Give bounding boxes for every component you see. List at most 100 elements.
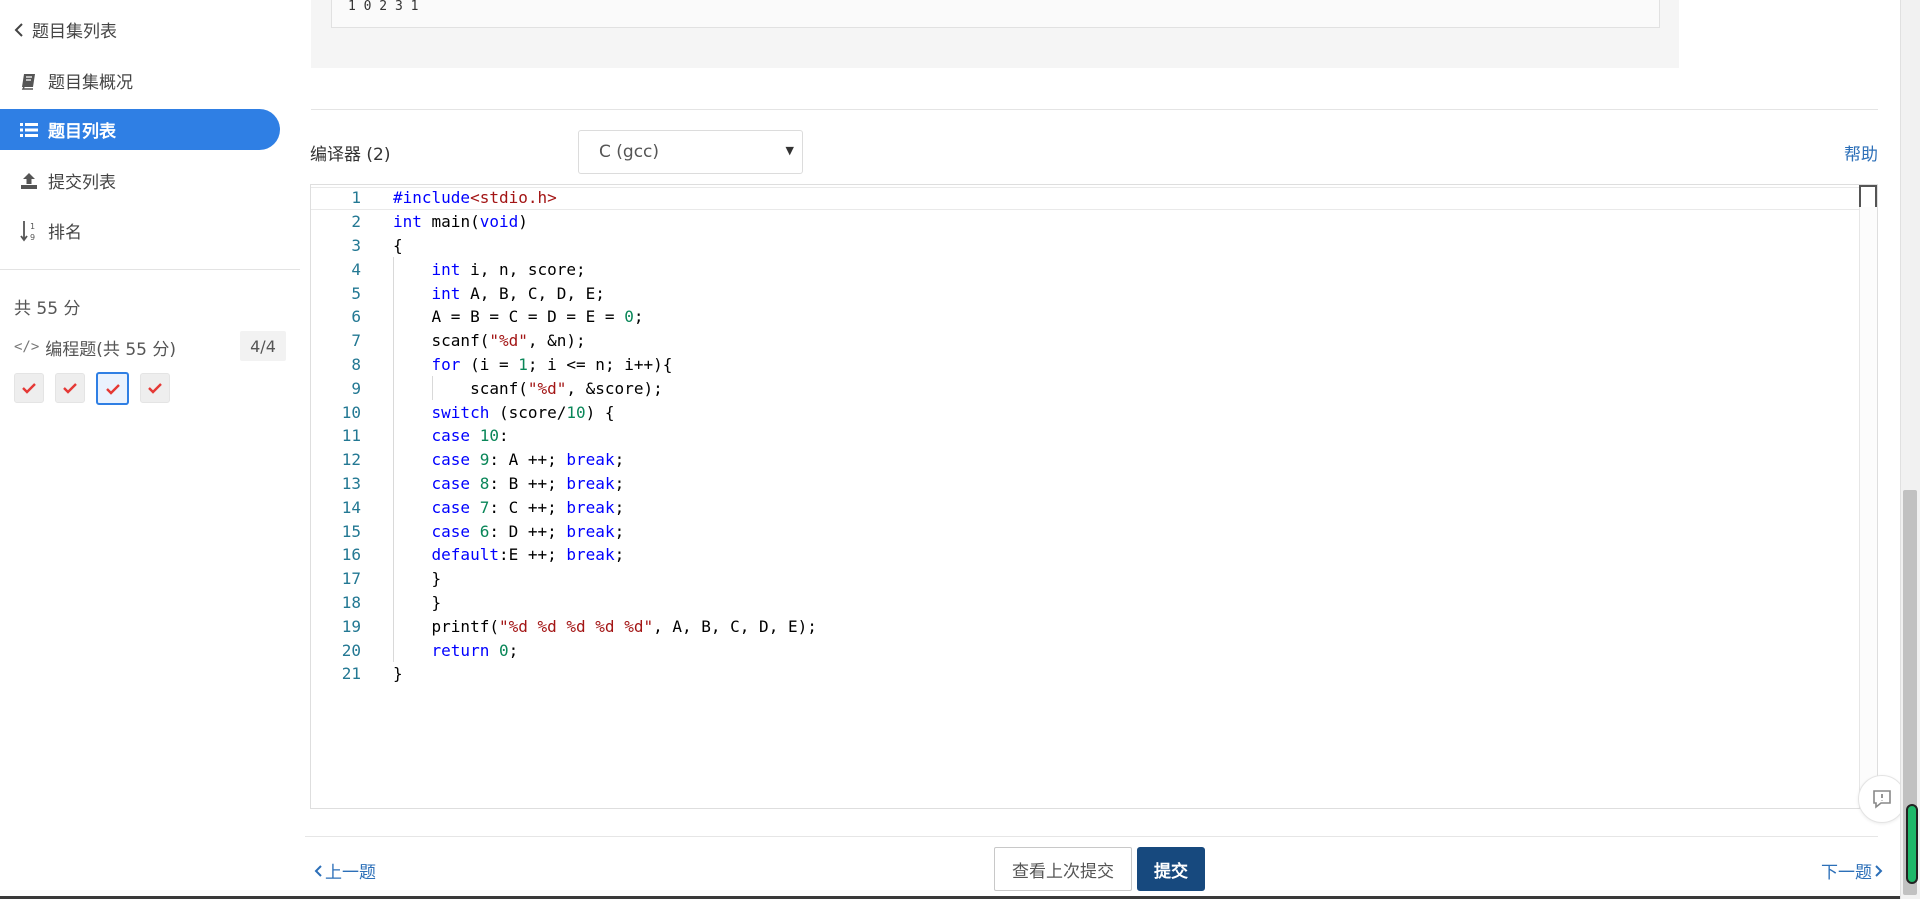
line-number: 21 <box>341 664 361 684</box>
line-number: 15 <box>341 521 361 541</box>
language-select[interactable]: C (gcc) ▼ <box>578 130 803 174</box>
next-problem-link[interactable]: 下一题 <box>1821 858 1884 883</box>
line-number: 13 <box>341 473 361 493</box>
line-number: 19 <box>341 616 361 636</box>
section-count-badge: 4/4 <box>240 331 286 361</box>
line-number: 12 <box>341 450 361 470</box>
line-number: 20 <box>341 640 361 660</box>
compiler-label: 编译器 (2) <box>310 145 391 165</box>
code-line: 16 default:E ++; break; <box>311 542 817 567</box>
problem-status-3[interactable] <box>96 372 129 405</box>
checkmark-icon <box>63 383 77 394</box>
line-number: 8 <box>351 354 361 374</box>
line-number: 16 <box>341 545 361 565</box>
code-editor[interactable]: 1 #include <stdio.h> 2 int main(void) 3{ 4 … <box>310 184 1878 809</box>
code-line: 13 case 8: B ++; break; <box>311 471 817 496</box>
section-label: 编程题(共 55 分) <box>45 339 177 360</box>
code-line: 15 case 6: D ++; break; <box>311 519 817 543</box>
back-to-problem-sets-link[interactable]: 题目集列表 <box>12 9 117 50</box>
checkmark-icon <box>105 383 120 395</box>
code-line: 8 for (i = 1; i <= n; i++){ <box>311 352 817 377</box>
sidebar: 题目集列表 题目集概况 题目列表 提交列表 19 排名 共 55 分 </> 编… <box>0 0 300 899</box>
line-number: 10 <box>341 402 361 422</box>
code-line: 14 case 7: C ++; break; <box>311 495 817 520</box>
sidebar-item-label: 题目集概况 <box>48 73 133 93</box>
floating-indicator[interactable] <box>1906 804 1918 884</box>
line-number: 18 <box>341 592 361 612</box>
chevron-left-icon <box>12 19 26 41</box>
sidebar-item-label: 排名 <box>48 223 82 243</box>
problem-status-2[interactable] <box>55 373 85 403</box>
code-line: 7 scanf("%d", &n); <box>311 328 817 353</box>
sidebar-item-problems[interactable]: 题目列表 <box>0 109 280 150</box>
feedback-button[interactable] <box>1858 775 1906 823</box>
help-link[interactable]: 帮助 <box>1844 140 1878 165</box>
code-line: 21} <box>311 662 817 686</box>
code-line: 18 } <box>311 590 817 615</box>
code-line: 2 int main(void) <box>311 210 817 234</box>
line-number: 3 <box>351 235 361 255</box>
code-line: 5 int A, B, C, D, E; <box>311 281 817 305</box>
sample-panel: 1 0 2 3 1 <box>311 0 1679 68</box>
svg-text:1: 1 <box>30 222 35 231</box>
line-number: 6 <box>351 307 361 327</box>
divider <box>311 109 1878 110</box>
chevron-right-icon <box>1875 864 1883 877</box>
view-last-submission-button[interactable]: 查看上次提交 <box>994 847 1132 891</box>
chevron-left-icon <box>314 864 322 877</box>
code-icon: </> <box>14 339 40 355</box>
next-problem-label: 下一题 <box>1821 863 1872 883</box>
line-number: 7 <box>351 331 361 351</box>
code-line: 1 #include <stdio.h> <box>311 186 817 210</box>
feedback-icon <box>1873 790 1891 809</box>
code-line: 6 A = B = C = D = E = 0; <box>311 304 817 329</box>
sidebar-item-overview[interactable]: 题目集概况 <box>18 60 133 101</box>
upload-icon <box>18 170 40 192</box>
total-score: 共 55 分 <box>14 299 81 319</box>
code-lines: 1 #include <stdio.h> 2 int main(void) 3{ 4 … <box>311 186 817 686</box>
code-line: 19 printf("%d %d %d %d %d", A, B, C, D, … <box>311 614 817 639</box>
page-scrollbar[interactable] <box>1900 0 1920 899</box>
divider <box>305 836 1878 837</box>
line-number: 5 <box>351 283 361 303</box>
code-line: 4 int i, n, score; <box>311 257 817 282</box>
line-number: 9 <box>351 378 361 398</box>
section-programming[interactable]: </> 编程题(共 55 分) 4/4 <box>14 331 286 363</box>
checkmark-icon <box>22 383 36 394</box>
svg-text:9: 9 <box>30 233 35 242</box>
back-label: 题目集列表 <box>32 22 117 42</box>
list-icon <box>18 119 40 141</box>
problem-status-list <box>14 372 170 405</box>
code-line: 12 case 9: A ++; break; <box>311 447 817 472</box>
code-line: 3{ <box>311 234 817 258</box>
line-number: 1 <box>351 188 361 208</box>
code-line: 11 case 10: <box>311 423 817 448</box>
sidebar-item-label: 题目列表 <box>48 122 116 142</box>
editor-scrollbar[interactable] <box>1859 185 1877 808</box>
sidebar-item-submissions[interactable]: 提交列表 <box>18 160 116 201</box>
submit-button[interactable]: 提交 <box>1137 847 1205 891</box>
language-select-value: C (gcc) <box>599 142 660 162</box>
code-line: 9 scanf("%d", &score); <box>311 376 817 401</box>
book-icon <box>18 70 40 92</box>
caret-down-icon: ▼ <box>785 144 794 157</box>
sidebar-divider <box>0 269 300 270</box>
code-line: 17 } <box>311 566 817 591</box>
prev-problem-link[interactable]: 上一题 <box>313 858 376 883</box>
problem-status-4[interactable] <box>140 373 170 403</box>
sidebar-item-label: 提交列表 <box>48 173 116 193</box>
line-number: 14 <box>341 497 361 517</box>
problem-status-1[interactable] <box>14 373 44 403</box>
checkmark-icon <box>148 383 162 394</box>
editor-scrollbar-thumb[interactable] <box>1859 185 1877 207</box>
line-number: 17 <box>341 569 361 589</box>
line-number: 2 <box>351 212 361 232</box>
sidebar-item-rank[interactable]: 19 排名 <box>18 210 82 251</box>
code-line: 10 switch (score/10) { <box>311 400 817 424</box>
code-line: 20 return 0; <box>311 638 817 662</box>
sample-output: 1 0 2 3 1 <box>331 0 1660 28</box>
line-number: 11 <box>341 426 361 446</box>
sort-number-icon: 19 <box>18 220 40 242</box>
line-number: 4 <box>351 259 361 279</box>
prev-problem-label: 上一题 <box>325 863 376 883</box>
